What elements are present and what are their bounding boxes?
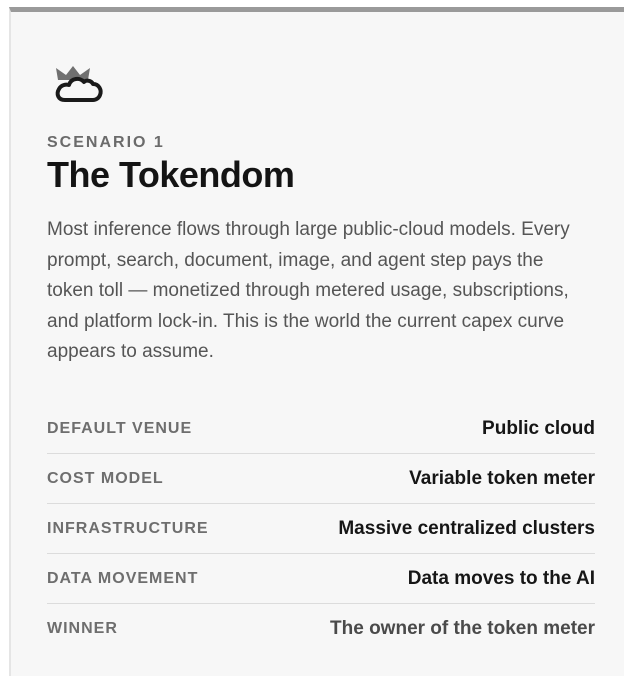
attribute-value: Massive centralized clusters — [338, 517, 595, 539]
attribute-list: DEFAULT VENUE Public cloud COST MODEL Va… — [47, 404, 595, 653]
scenario-label: SCENARIO 1 — [47, 134, 165, 151]
cloud-crown-icon — [55, 66, 103, 102]
attribute-row-data-movement: DATA MOVEMENT Data moves to the AI — [47, 554, 595, 604]
attribute-label: WINNER — [47, 619, 118, 637]
attribute-value: Public cloud — [482, 417, 595, 439]
attribute-row-infrastructure: INFRASTRUCTURE Massive centralized clust… — [47, 504, 595, 554]
attribute-value: The owner of the token meter — [330, 617, 595, 639]
scenario-card: SCENARIO 1 The Tokendom Most inference f… — [9, 7, 624, 676]
attribute-label: INFRASTRUCTURE — [47, 519, 209, 537]
attribute-label: DEFAULT VENUE — [47, 419, 193, 437]
attribute-row-winner: WINNER The owner of the token meter — [47, 604, 595, 653]
attribute-row-default-venue: DEFAULT VENUE Public cloud — [47, 404, 595, 454]
attribute-row-cost-model: COST MODEL Variable token meter — [47, 454, 595, 504]
attribute-value: Variable token meter — [409, 467, 595, 489]
card-title: The Tokendom — [47, 154, 295, 195]
card-description: Most inference flows through large publi… — [47, 219, 570, 362]
attribute-label: COST MODEL — [47, 469, 164, 487]
attribute-value: Data moves to the AI — [407, 567, 595, 589]
attribute-label: DATA MOVEMENT — [47, 569, 199, 587]
